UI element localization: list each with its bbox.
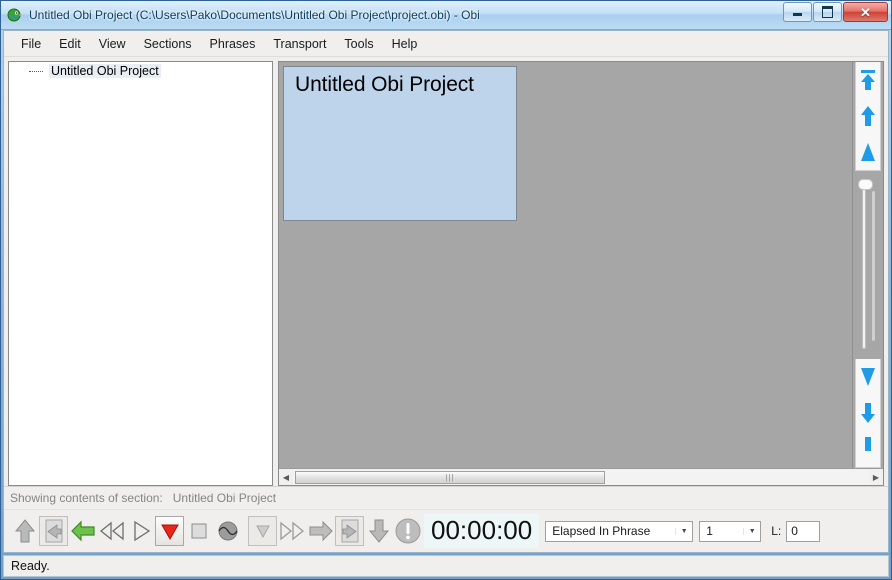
vertical-navigation-strip [852, 62, 883, 468]
stop-button[interactable] [184, 516, 213, 546]
scrollbar-track[interactable]: ||| [293, 469, 869, 485]
status-bar: Ready. [3, 555, 889, 577]
vstrip-bottom-group [855, 359, 881, 468]
next-phrase-down-button[interactable] [248, 516, 277, 546]
increase-icon[interactable] [855, 134, 881, 170]
phrase-number-value: 1 [706, 524, 713, 538]
scrollbar-thumb[interactable]: ||| [295, 470, 605, 484]
main-split-area: Untitled Obi Project Untitled Obi Projec… [4, 57, 888, 486]
slider-track [862, 185, 866, 349]
previous-section-button[interactable] [10, 516, 39, 546]
menu-bar: File Edit View Sections Phrases Transpor… [4, 31, 888, 57]
tree-connector-icon [29, 71, 43, 73]
strips-canvas[interactable]: Untitled Obi Project [279, 62, 852, 468]
status-indicator-icon[interactable] [393, 516, 422, 546]
chevron-down-icon[interactable]: ▼ [675, 527, 692, 535]
tree-item-project[interactable]: Untitled Obi Project [9, 62, 272, 80]
scroll-right-icon[interactable]: ▶ [869, 470, 883, 484]
close-icon: ✕ [860, 4, 871, 20]
transport-toolbar: 00:00:00 Elapsed In Phrase ▼ 1 ▼ L: 0 [4, 509, 888, 552]
time-display-box: 00:00:00 [424, 514, 540, 548]
time-mode-value: Elapsed In Phrase [552, 524, 651, 538]
menu-help[interactable]: Help [383, 33, 427, 55]
menu-edit[interactable]: Edit [50, 33, 90, 55]
menu-transport[interactable]: Transport [264, 33, 335, 55]
section-strip[interactable]: Untitled Obi Project [283, 66, 517, 221]
scroll-left-icon[interactable]: ◀ [279, 470, 293, 484]
move-down-icon[interactable] [855, 395, 881, 431]
title-bar: Untitled Obi Project (C:\Users\Pako\Docu… [1, 1, 891, 30]
menu-phrases[interactable]: Phrases [201, 33, 265, 55]
vstrip-top-group [855, 62, 881, 171]
vertical-zoom-slider[interactable] [855, 171, 881, 359]
minimize-icon [793, 13, 802, 16]
menu-file[interactable]: File [12, 33, 50, 55]
section-strip-title: Untitled Obi Project [295, 73, 474, 96]
status-message: Ready. [11, 559, 50, 573]
application-window: Untitled Obi Project (C:\Users\Pako\Docu… [0, 0, 892, 580]
menu-view[interactable]: View [90, 33, 135, 55]
menu-tools[interactable]: Tools [335, 33, 382, 55]
menu-sections[interactable]: Sections [135, 33, 201, 55]
content-body: Untitled Obi Project [279, 62, 883, 468]
project-tree-panel[interactable]: Untitled Obi Project [8, 61, 273, 486]
time-mode-select[interactable]: Elapsed In Phrase ▼ [545, 520, 694, 542]
fast-forward-button[interactable] [277, 516, 306, 546]
previous-page-button[interactable] [39, 516, 68, 546]
maximize-button[interactable] [813, 2, 842, 22]
obi-app-icon [7, 7, 23, 23]
decrease-icon[interactable] [855, 359, 881, 395]
monitor-waveform-button[interactable] [213, 516, 242, 546]
content-panel: Untitled Obi Project ◀ ||| ▶ [278, 61, 884, 486]
window-title: Untitled Obi Project (C:\Users\Pako\Docu… [29, 8, 480, 22]
record-button[interactable] [155, 516, 184, 546]
tree-item-label: Untitled Obi Project [49, 64, 161, 78]
close-button[interactable]: ✕ [843, 2, 888, 22]
content-footer-value: Untitled Obi Project [172, 491, 277, 505]
rewind-button[interactable] [97, 516, 126, 546]
move-up-icon[interactable] [855, 98, 881, 134]
go-to-bottom-icon[interactable] [855, 431, 881, 467]
go-to-top-icon[interactable] [855, 62, 881, 98]
content-footer-label: Showing contents of section: [10, 491, 163, 505]
client-area: File Edit View Sections Phrases Transpor… [3, 30, 889, 553]
level-label: L: [771, 524, 782, 538]
maximize-icon [822, 6, 833, 18]
next-page-button[interactable] [335, 516, 364, 546]
phrase-number-select[interactable]: 1 ▼ [699, 520, 762, 542]
next-phrase-button[interactable] [306, 516, 335, 546]
horizontal-scrollbar[interactable]: ◀ ||| ▶ [279, 468, 883, 485]
next-section-button[interactable] [364, 516, 393, 546]
previous-phrase-button[interactable] [68, 516, 97, 546]
level-input[interactable]: 0 [786, 520, 821, 542]
slider-thumb[interactable] [858, 179, 873, 190]
window-controls: ✕ [782, 2, 888, 22]
content-footer: Showing contents of section: Untitled Ob… [4, 486, 888, 509]
minimize-button[interactable] [783, 2, 812, 22]
slider-track-secondary [872, 191, 875, 341]
chevron-down-icon-2[interactable]: ▼ [743, 527, 760, 535]
play-button[interactable] [126, 516, 155, 546]
time-display: 00:00:00 [424, 514, 540, 548]
